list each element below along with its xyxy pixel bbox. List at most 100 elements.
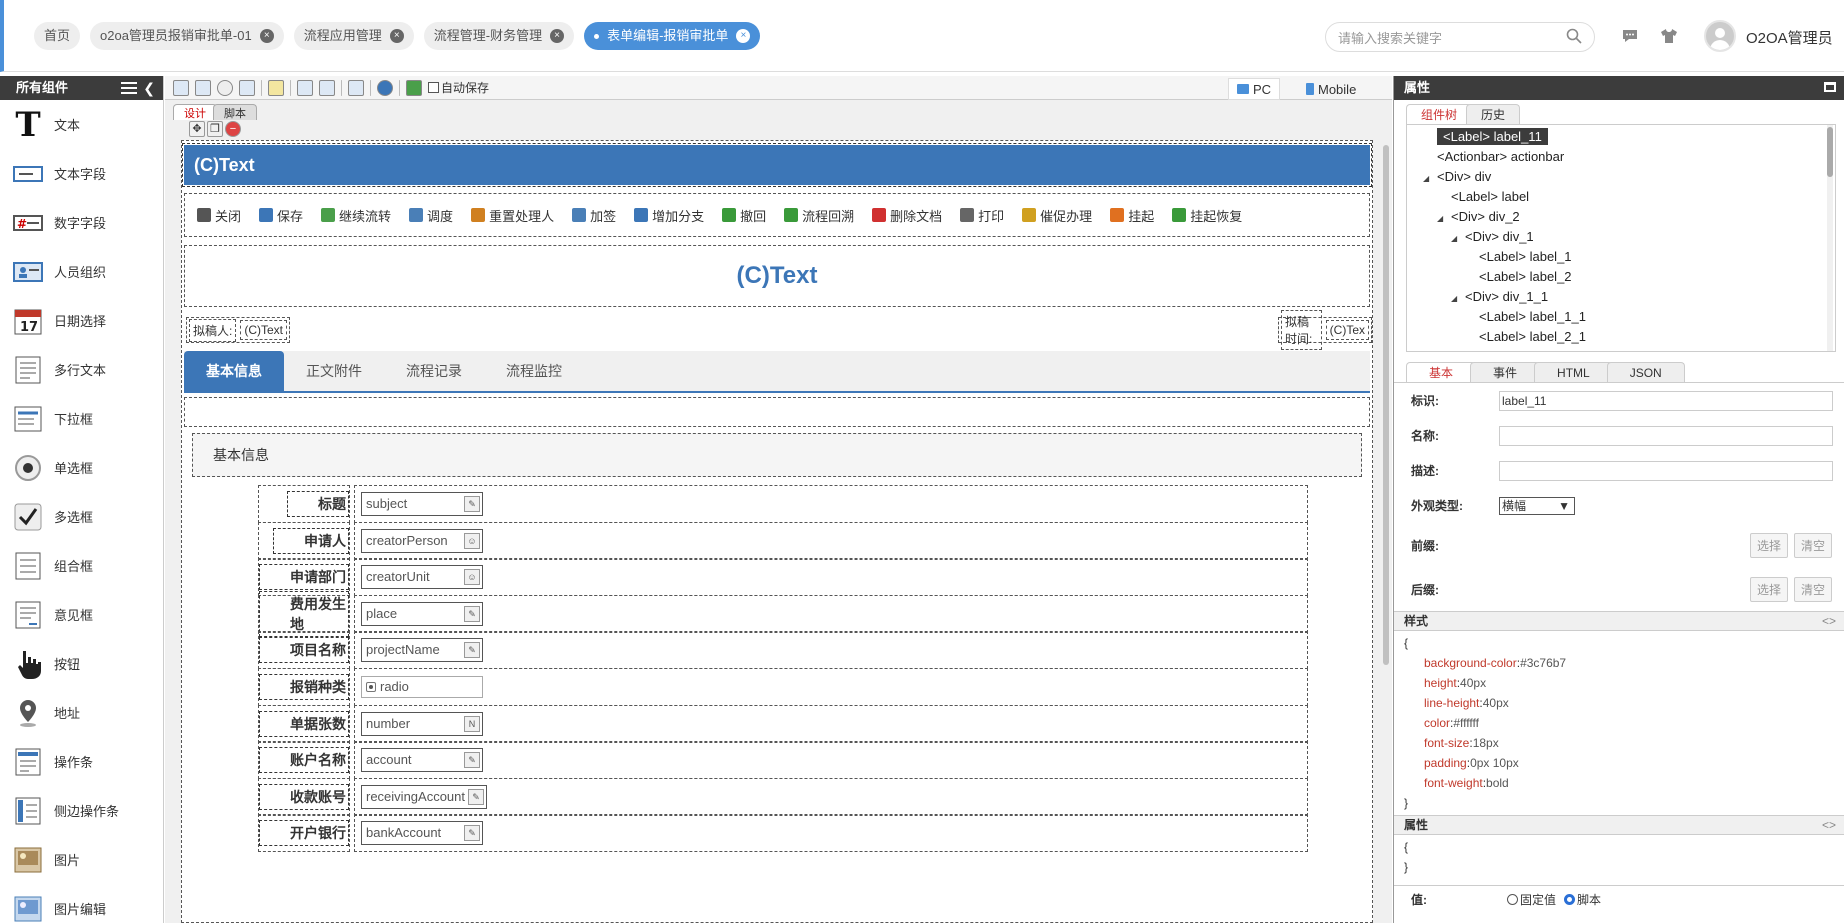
field-input[interactable]: account ✎ [361, 748, 483, 773]
tab-history[interactable]: 历史 [1466, 104, 1521, 124]
tree-node[interactable]: <Label> label [1451, 187, 1529, 207]
action-button[interactable]: 调度 [409, 206, 453, 225]
attr-section-header[interactable]: 属性 <> [1394, 815, 1844, 835]
tree-scrollbar[interactable] [1827, 125, 1833, 351]
suffix-select-button[interactable]: 选择 [1749, 576, 1788, 602]
expand-triangle-icon[interactable]: ◢ [1451, 289, 1461, 309]
prop-id-input[interactable]: label_11 [1499, 390, 1833, 411]
code-toggle-icon[interactable]: <> [1822, 816, 1836, 834]
action-button[interactable]: 继续流转 [321, 206, 391, 225]
property-tab[interactable]: 基本 [1406, 362, 1477, 382]
action-button[interactable]: 加签 [572, 206, 616, 225]
property-tab[interactable]: 事件 [1470, 362, 1541, 382]
drafter-row[interactable]: 拟稿人: (C)Text [186, 317, 291, 343]
print-icon[interactable] [239, 79, 255, 96]
search-input[interactable]: 请输入搜索关键字 [1325, 22, 1595, 52]
action-button[interactable]: 流程回溯 [784, 206, 854, 225]
tree-node[interactable]: ◢ <Div> div_2 [1437, 207, 1520, 227]
action-button[interactable]: 挂起 [1110, 206, 1154, 225]
move-icon[interactable]: ✥ [189, 121, 205, 137]
appearance-select[interactable]: 横幅 ▼ [1499, 496, 1575, 515]
page-tab[interactable]: 流程应用管理 × [293, 22, 414, 50]
radio-field[interactable]: radio [361, 676, 483, 698]
tab-design[interactable]: 设计 [173, 104, 217, 120]
prefix-select-button[interactable]: 选择 [1749, 532, 1788, 558]
component-item[interactable]: 意见框 [0, 590, 163, 639]
username[interactable]: O2OA管理员 [1746, 27, 1833, 48]
action-button[interactable]: 删除文档 [872, 206, 942, 225]
collapse-left-icon[interactable]: ❮ [143, 76, 155, 100]
expand-triangle-icon[interactable]: ◢ [1437, 209, 1447, 229]
field-label[interactable]: 开户银行 [259, 820, 349, 847]
property-tab[interactable]: JSON [1606, 362, 1685, 382]
tree-node[interactable]: <Label> label_11 [1437, 127, 1548, 147]
field-input[interactable]: number N [361, 711, 483, 736]
copy-icon[interactable]: ❐ [207, 121, 223, 137]
component-item[interactable]: 人员组织 [0, 247, 163, 296]
tab-component-tree[interactable]: 组件树 [1406, 104, 1473, 124]
component-item[interactable]: 多选框 [0, 492, 163, 541]
fixed-value-radio[interactable]: 固定值 [1507, 891, 1556, 908]
style-section-header[interactable]: 样式 <> [1394, 611, 1844, 631]
tree-node[interactable]: <Label> label_2_1 [1479, 327, 1586, 347]
action-button[interactable]: 重置处理人 [471, 206, 554, 225]
draft-time-row[interactable]: 拟稿时间: (C)Tex [1278, 310, 1372, 350]
auto-save-toggle[interactable]: 自动保存 [428, 79, 489, 96]
component-item[interactable]: 17 日期选择 [0, 296, 163, 345]
field-label[interactable]: 报销种类 [259, 674, 349, 700]
property-tab[interactable]: HTML [1534, 362, 1613, 382]
tree-node[interactable]: ◢ <Div> div_1_1 [1451, 287, 1548, 307]
field-label[interactable]: 申请部门 [259, 564, 349, 591]
component-item[interactable]: T 文本 [0, 100, 163, 149]
component-item[interactable]: # 数字字段 [0, 198, 163, 247]
page-tab[interactable]: 表单编辑-报销审批单 × [584, 22, 761, 50]
preview-eye-icon[interactable] [217, 79, 233, 96]
scroll-thumb[interactable] [1383, 145, 1389, 665]
attr-editor[interactable]: {} [1394, 835, 1844, 879]
field-input[interactable]: projectName ✎ [361, 638, 483, 663]
component-item[interactable]: 单选框 [0, 443, 163, 492]
field-label[interactable]: 费用发生地 [259, 590, 349, 637]
field-input[interactable]: bankAccount ✎ [361, 821, 483, 846]
close-icon[interactable]: × [259, 29, 274, 43]
mobile-view-button[interactable]: Mobile [1298, 78, 1364, 100]
prefix-clear-button[interactable]: 清空 [1793, 532, 1832, 558]
component-item[interactable]: 下拉框 [0, 394, 163, 443]
action-button[interactable]: 增加分支 [634, 206, 704, 225]
tree-node[interactable]: <Label> label_2 [1479, 267, 1572, 287]
style-editor[interactable]: {background-color:#3c76b7 height:40px line… [1394, 631, 1844, 815]
prop-desc-input[interactable] [1499, 460, 1833, 481]
tree-scroll-thumb[interactable] [1827, 127, 1833, 177]
action-button[interactable]: 保存 [259, 206, 303, 225]
menu-icon[interactable] [121, 82, 137, 94]
tab-script[interactable]: 脚本 [213, 104, 257, 120]
field-label[interactable]: 收款账号 [259, 783, 349, 810]
expand-triangle-icon[interactable]: ◢ [1451, 229, 1461, 249]
component-item[interactable]: 图片 [0, 835, 163, 884]
form-tab[interactable]: 流程记录 [384, 351, 484, 391]
close-icon[interactable]: × [736, 29, 751, 43]
field-label[interactable]: 标题 [287, 491, 349, 517]
component-item[interactable]: 按钮 [0, 639, 163, 688]
export-dropdown-icon[interactable] [319, 79, 335, 96]
actionbar[interactable]: 关闭 保存 继续流转 调度 重置处理人 加签 增加分支 撤回 流程回溯 删除文档 打印 催促办理 挂起 挂… [184, 193, 1370, 237]
field-label[interactable]: 单据张数 [259, 710, 349, 737]
form-tab[interactable]: 流程监控 [484, 351, 584, 391]
code-toggle-icon[interactable]: <> [1822, 612, 1836, 630]
tree-node[interactable]: <Actionbar> actionbar [1437, 147, 1564, 167]
component-item[interactable]: 地址 [0, 688, 163, 737]
action-button[interactable]: 打印 [960, 206, 1004, 225]
auto-save-checkbox[interactable] [428, 82, 439, 93]
suffix-clear-button[interactable]: 清空 [1793, 576, 1832, 602]
pc-view-button[interactable]: PC [1228, 78, 1281, 100]
field-label[interactable]: 申请人 [273, 527, 349, 554]
action-button[interactable]: 撤回 [722, 206, 766, 225]
canvas-scrollbar[interactable] [1382, 141, 1390, 923]
delete-icon[interactable]: − [225, 121, 241, 137]
field-input[interactable]: creatorUnit ☺ [361, 565, 483, 590]
wand-icon[interactable] [268, 79, 284, 96]
form-header-label[interactable]: (C)Text [182, 143, 1372, 187]
field-label[interactable]: 账户名称 [259, 747, 349, 774]
field-input[interactable]: subject ✎ [361, 492, 483, 516]
tree-node[interactable]: ◢ <Div> div_1 [1451, 227, 1534, 247]
